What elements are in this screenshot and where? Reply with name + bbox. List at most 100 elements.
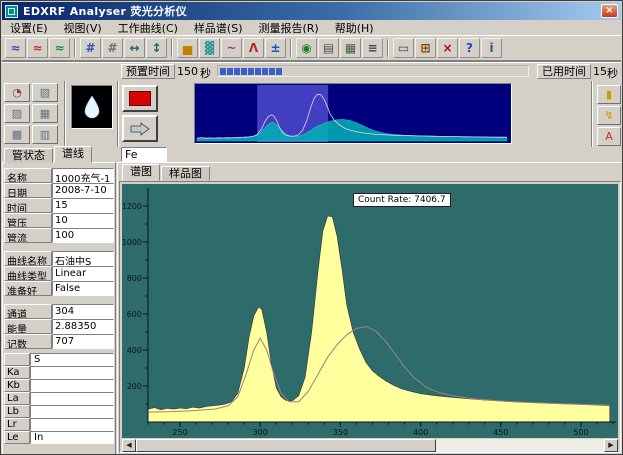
line-label: Lr — [4, 418, 30, 431]
menu-bar: 设置(E)视图(V)工作曲线(C)样品谱(S)测量报告(R)帮助(H) — [2, 20, 621, 35]
progress-segment — [297, 68, 303, 75]
lines-corner-cell — [4, 353, 30, 366]
progress-segment — [248, 68, 254, 75]
help-button[interactable]: ? — [459, 38, 480, 58]
spectrum-preview[interactable] — [194, 83, 512, 144]
progress-segment — [241, 68, 247, 75]
lines-row[interactable]: LeIn — [4, 431, 114, 444]
field-row: 名称1000充气-1 — [4, 168, 114, 183]
print-button[interactable]: ▭ — [393, 38, 414, 58]
window-title: EDXRF Analyser 荧光分析仪 — [23, 3, 601, 19]
left-panel-tabs: 管状态谱线 — [4, 146, 93, 163]
gas-fill-button[interactable]: ▧ — [32, 83, 58, 102]
pressure-gauge-button[interactable]: ◔ — [4, 83, 30, 102]
delete-button[interactable]: × — [437, 38, 458, 58]
field-row: 能量2.88350 — [4, 319, 114, 334]
title-bar[interactable]: EDXRF Analyser 荧光分析仪 × — [2, 2, 621, 20]
progress-segment — [402, 68, 408, 75]
progress-segment — [290, 68, 296, 75]
progress-segment — [464, 68, 470, 75]
start-button[interactable] — [122, 115, 158, 142]
element-box[interactable]: Fe — [121, 147, 167, 162]
pump-button[interactable]: ▦ — [32, 104, 58, 123]
scroll-track[interactable] — [136, 439, 604, 452]
pan-button[interactable]: ↔ — [124, 38, 145, 58]
progress-segment — [255, 68, 261, 75]
tab-spectral-lines[interactable]: 谱线 — [54, 146, 92, 163]
lines-row[interactable]: Lr — [4, 418, 114, 431]
measure-button[interactable]: ◉ — [296, 38, 317, 58]
curve-window-3-button[interactable]: ≈ — [49, 38, 70, 58]
menu-item[interactable]: 测量报告(R) — [251, 20, 327, 36]
svg-text:400: 400 — [127, 346, 142, 355]
field-label: 记数 — [4, 334, 52, 349]
field-label: 通道 — [4, 304, 52, 319]
svg-text:800: 800 — [127, 274, 142, 283]
curve-window-2-button[interactable]: ≈ — [27, 38, 48, 58]
zoom-region-button[interactable]: # — [80, 38, 101, 58]
tab-tube-status[interactable]: 管状态 — [4, 148, 53, 163]
vent-button[interactable]: ▥ — [32, 125, 58, 144]
list-button[interactable]: ≡ — [362, 38, 383, 58]
app-icon[interactable] — [5, 5, 18, 18]
progress-segment — [520, 68, 526, 75]
field-group: 通道304能量2.88350记数707 — [4, 304, 114, 349]
zoom-reset-button[interactable]: # — [102, 38, 123, 58]
menu-item[interactable]: 设置(E) — [2, 20, 56, 36]
curve-window-1-button[interactable]: ≈ — [5, 38, 26, 58]
overlay-spectra-button[interactable]: ▓ — [199, 38, 220, 58]
menu-item[interactable]: 视图(V) — [56, 20, 110, 36]
progress-segment — [409, 68, 415, 75]
svg-text:1000: 1000 — [122, 238, 142, 247]
lines-row[interactable]: La — [4, 392, 114, 405]
lines-row[interactable]: Lb — [4, 405, 114, 418]
tab-spectrum-view[interactable]: 谱图 — [122, 164, 160, 181]
elapsed-time-unit: 秒 — [607, 65, 618, 81]
report-button[interactable]: ▤ — [318, 38, 339, 58]
peak-search-button[interactable]: Λ — [243, 38, 264, 58]
expand-y-button[interactable]: ↕ — [146, 38, 167, 58]
element-label-button[interactable]: A — [597, 127, 621, 146]
lines-row[interactable]: Ka — [4, 366, 114, 379]
svg-text:450: 450 — [493, 428, 508, 437]
copy-button[interactable]: ⊞ — [415, 38, 436, 58]
field-value: 100 — [52, 228, 114, 243]
field-row: 日期2008-7-10 — [4, 183, 114, 198]
cursor-marker-button[interactable]: ▮ — [597, 85, 621, 104]
line-value — [30, 418, 114, 431]
progress-segment — [492, 68, 498, 75]
spectrum-display-button[interactable]: ▅ — [177, 38, 198, 58]
close-button[interactable]: × — [601, 4, 618, 18]
svg-text:1200: 1200 — [122, 202, 142, 211]
smooth-button[interactable]: ~ — [221, 38, 242, 58]
line-label: Le — [4, 431, 30, 444]
spectrum-chart[interactable]: 25030035040045050020040060080010001200 — [122, 184, 618, 438]
about-button[interactable]: i — [481, 38, 502, 58]
stop-button[interactable] — [122, 85, 158, 112]
tab-sample-view[interactable]: 样品图 — [161, 166, 210, 181]
menu-item[interactable]: 帮助(H) — [327, 20, 382, 36]
field-label: 时间 — [4, 198, 52, 213]
valve-button[interactable]: ▩ — [4, 125, 30, 144]
chart-scrollbar: ◀ ▶ — [122, 439, 618, 452]
field-label: 准备好 — [4, 281, 52, 296]
energy-line-button[interactable]: ↯ — [597, 106, 621, 125]
chamber-controls: ◔▧▨▦▩▥ — [4, 83, 60, 144]
scroll-right-button[interactable]: ▶ — [604, 439, 618, 452]
chart-tabs: 谱图样品图 — [122, 164, 211, 181]
lines-row[interactable]: Kb — [4, 379, 114, 392]
progress-segment — [353, 68, 359, 75]
field-label: 曲线名称 — [4, 251, 52, 266]
table-button[interactable]: ▦ — [340, 38, 361, 58]
progress-segment — [430, 68, 436, 75]
energy-calibration-button[interactable]: ± — [265, 38, 286, 58]
lines-table: SKaKbLaLbLrLeIn — [4, 353, 114, 444]
field-label: 管压 — [4, 213, 52, 228]
scroll-left-button[interactable]: ◀ — [122, 439, 136, 452]
divider — [117, 81, 119, 147]
menu-item[interactable]: 样品谱(S) — [186, 20, 251, 36]
gas-release-button[interactable]: ▨ — [4, 104, 30, 123]
toolbar-separator — [171, 39, 173, 57]
menu-item[interactable]: 工作曲线(C) — [110, 20, 186, 36]
scroll-thumb[interactable] — [136, 439, 436, 452]
